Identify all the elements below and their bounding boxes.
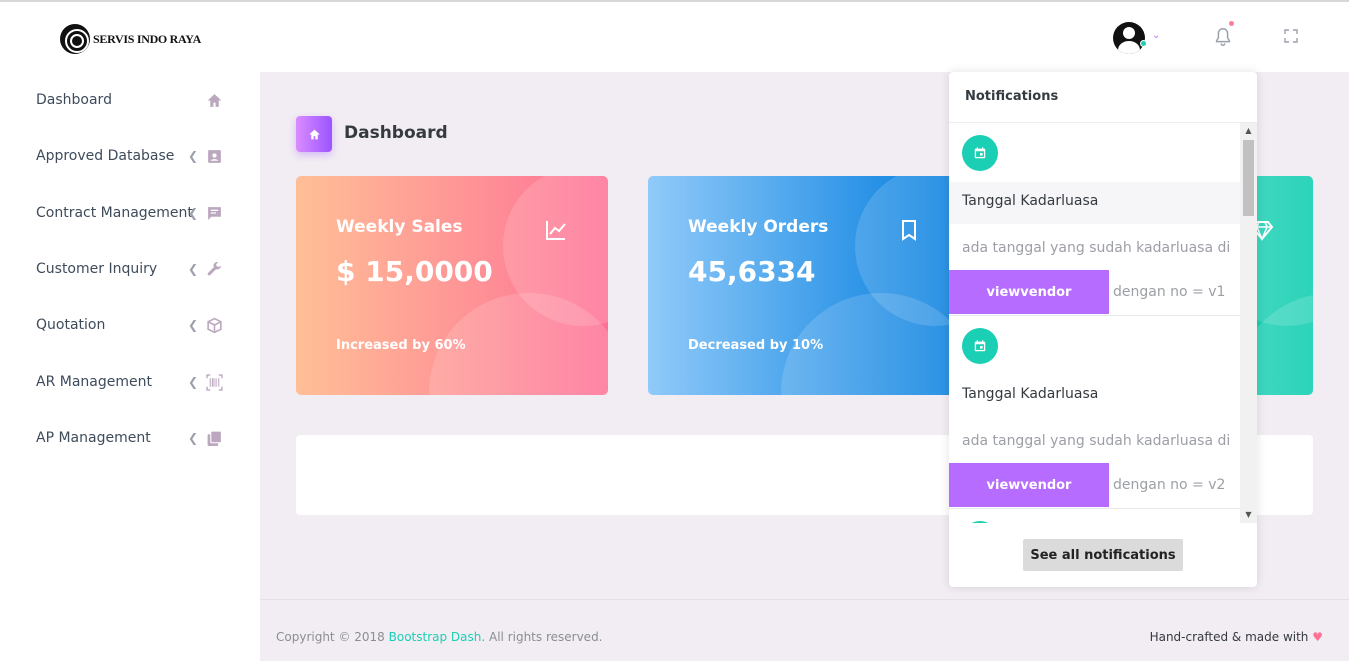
notification-text: ada tanggal yang sudah kadarluasa di bbox=[962, 433, 1231, 449]
sidebar-item-label: Quotation bbox=[36, 317, 106, 333]
notification-tail-text: dengan no = v2 bbox=[1113, 477, 1226, 493]
brand-logo-icon bbox=[60, 24, 90, 54]
notification-item[interactable]: Tanggal Kadarluasa ada tanggal yang suda… bbox=[949, 316, 1240, 509]
chevron-left-icon: ❮ bbox=[188, 262, 199, 276]
notifications-title: Notifications bbox=[965, 89, 1059, 104]
sidebar-item-customer-inquiry[interactable]: Customer Inquiry ❮ bbox=[0, 241, 260, 297]
card-value: $ 15,0000 bbox=[336, 255, 493, 288]
top-navbar: SERVIS INDO RAYA bbox=[0, 0, 1349, 72]
chevron-left-icon: ❮ bbox=[188, 375, 199, 389]
heart-icon: ♥ bbox=[1312, 630, 1323, 644]
scrollbar-thumb[interactable] bbox=[1243, 140, 1254, 216]
chevron-down-icon[interactable]: ⌄ bbox=[1152, 30, 1160, 41]
notification-indicator-dot bbox=[1229, 21, 1234, 26]
bootstrap-dash-link[interactable]: Bootstrap Dash bbox=[389, 630, 482, 644]
notification-tail-text: dengan no = v1 bbox=[1113, 284, 1226, 300]
notifications-list[interactable]: Tanggal Kadarluasa ada tanggal yang suda… bbox=[949, 123, 1240, 523]
notifications-dropdown: Notifications Tanggal Kadarluasa ada tan… bbox=[949, 72, 1257, 587]
sidebar-item-label: Approved Database bbox=[36, 148, 175, 164]
notification-item[interactable]: Tanggal Kadarluasa ada tanggal yang suda… bbox=[949, 123, 1240, 316]
profile-avatar[interactable] bbox=[1113, 22, 1145, 54]
footer: Copyright © 2018 Bootstrap Dash. All rig… bbox=[260, 599, 1349, 661]
calendar-icon bbox=[962, 328, 998, 364]
notification-title: Tanggal Kadarluasa bbox=[962, 193, 1099, 209]
notification-text: ada tanggal yang sudah kadarluasa di bbox=[962, 240, 1231, 256]
chevron-left-icon: ❮ bbox=[188, 431, 199, 445]
copyright-prefix: Copyright © 2018 bbox=[276, 630, 389, 644]
notifications-scrollbar[interactable]: ▲ ▼ bbox=[1240, 123, 1257, 523]
sidebar: Dashboard Approved Database ❮ Contract M… bbox=[0, 72, 260, 661]
brand-logo-link[interactable]: SERVIS INDO RAYA bbox=[60, 24, 201, 54]
sidebar-item-ar-management[interactable]: AR Management ❮ bbox=[0, 354, 260, 410]
viewvendor-button[interactable]: viewvendor bbox=[949, 270, 1109, 314]
sidebar-item-quotation[interactable]: Quotation ❮ bbox=[0, 297, 260, 353]
card-value: 45,6334 bbox=[688, 255, 816, 288]
viewvendor-button[interactable]: viewvendor bbox=[949, 463, 1109, 507]
card-title: Weekly Sales bbox=[336, 217, 463, 237]
made-with-text: Hand-crafted & made with ♥ bbox=[1150, 630, 1323, 644]
scroll-up-arrow-icon[interactable]: ▲ bbox=[1240, 126, 1257, 136]
bookmark-icon bbox=[902, 220, 916, 241]
page-title: Dashboard bbox=[344, 123, 448, 143]
chart-line-icon bbox=[546, 221, 566, 240]
chevron-left-icon: ❮ bbox=[188, 318, 199, 332]
copyright-text: Copyright © 2018 Bootstrap Dash. All rig… bbox=[276, 630, 603, 644]
sidebar-item-label: Contract Management bbox=[36, 205, 193, 221]
fullscreen-icon[interactable] bbox=[1283, 28, 1299, 44]
card-footer-text: Increased by 60% bbox=[336, 338, 466, 353]
cube-icon bbox=[207, 317, 222, 333]
barcode-icon bbox=[206, 373, 223, 391]
brand-name: SERVIS INDO RAYA bbox=[93, 31, 201, 46]
made-with-label: Hand-crafted & made with bbox=[1149, 630, 1309, 644]
notification-title: Tanggal Kadarluasa bbox=[962, 386, 1099, 402]
sidebar-item-approved-database[interactable]: Approved Database ❮ bbox=[0, 128, 260, 184]
sidebar-item-label: AR Management bbox=[36, 374, 152, 390]
card-footer-text: Decreased by 10% bbox=[688, 338, 824, 353]
notification-title-row: Tanggal Kadarluasa bbox=[949, 375, 1240, 417]
book-icon bbox=[207, 430, 222, 446]
page-title-home-icon bbox=[296, 116, 332, 152]
wrench-icon bbox=[207, 261, 221, 275]
weekly-orders-card: Weekly Orders 45,6334 Decreased by 10% bbox=[648, 176, 960, 395]
contact-card-icon bbox=[208, 149, 221, 163]
sidebar-item-label: AP Management bbox=[36, 430, 151, 446]
sidebar-item-label: Customer Inquiry bbox=[36, 261, 158, 277]
notification-title-row: Tanggal Kadarluasa bbox=[949, 182, 1240, 224]
scroll-down-arrow-icon[interactable]: ▼ bbox=[1240, 510, 1257, 520]
calendar-icon bbox=[962, 521, 998, 523]
home-icon bbox=[207, 93, 222, 107]
bell-icon[interactable] bbox=[1212, 26, 1234, 48]
sidebar-item-ap-management[interactable]: AP Management ❮ bbox=[0, 410, 260, 466]
sidebar-item-label: Dashboard bbox=[36, 92, 112, 108]
sidebar-item-dashboard[interactable]: Dashboard bbox=[0, 72, 260, 128]
chevron-left-icon: ❮ bbox=[188, 206, 199, 220]
sidebar-item-contract-management[interactable]: Contract Management ❮ bbox=[0, 185, 260, 241]
chevron-left-icon: ❮ bbox=[188, 149, 199, 163]
card-title: Weekly Orders bbox=[688, 217, 829, 237]
see-all-notifications-button[interactable]: See all notifications bbox=[1023, 539, 1183, 571]
message-text-icon bbox=[208, 206, 221, 220]
calendar-icon bbox=[962, 135, 998, 171]
online-status-dot bbox=[1140, 40, 1147, 47]
copyright-suffix: . All rights reserved. bbox=[481, 630, 603, 644]
weekly-sales-card: Weekly Sales $ 15,0000 Increased by 60% bbox=[296, 176, 608, 395]
